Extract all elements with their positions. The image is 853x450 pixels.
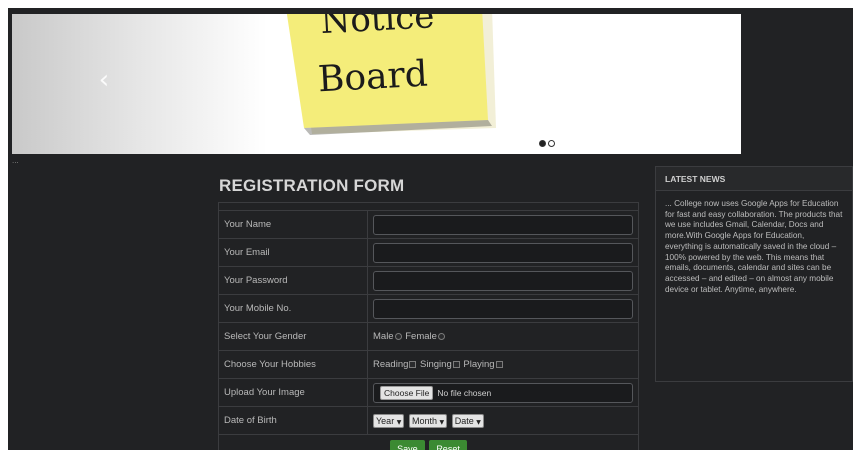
email-label: Your Email [218, 238, 368, 267]
email-input[interactable] [373, 242, 633, 263]
hobby-playing-checkbox[interactable] [495, 360, 503, 368]
slide-indicator-1[interactable] [539, 140, 546, 147]
chevron-down-icon: ▼ [476, 418, 481, 426]
slider-caption: ... [12, 156, 19, 165]
hobby-singing-label: Singing [420, 359, 452, 370]
password-label: Your Password [218, 266, 368, 295]
password-input[interactable] [373, 270, 633, 291]
slider-indicators [539, 140, 555, 147]
choose-file-button[interactable]: Choose File [380, 385, 434, 400]
dob-year-select[interactable]: Year ▼ [373, 413, 405, 428]
file-status: No file chosen [437, 387, 492, 398]
gender-female-radio[interactable] [437, 332, 445, 340]
board-text: Board [317, 54, 429, 101]
image-slider[interactable]: ‹ Notice Board [12, 14, 741, 154]
hobby-playing-label: Playing [463, 359, 495, 370]
hobbies-label: Choose Your Hobbies [218, 350, 368, 379]
gender-female-label: Female [405, 331, 437, 342]
dob-label: Date of Birth [218, 406, 368, 435]
latest-news-panel: LATEST NEWS ... College now uses Google … [655, 166, 853, 382]
hobby-reading-checkbox[interactable] [409, 360, 417, 368]
image-label: Upload Your Image [218, 378, 368, 407]
hobby-reading-label: Reading [373, 359, 409, 370]
hobby-singing-checkbox[interactable] [452, 360, 460, 368]
name-label: Your Name [218, 210, 368, 239]
latest-news-title: LATEST NEWS [656, 167, 852, 191]
image-upload-input[interactable]: Choose File No file chosen [373, 382, 633, 403]
gender-male-radio[interactable] [394, 332, 402, 340]
mobile-input[interactable] [373, 298, 633, 319]
mobile-label: Your Mobile No. [218, 294, 368, 323]
chevron-down-icon: ▼ [396, 418, 402, 426]
dob-month-select[interactable]: Month ▼ [408, 413, 448, 428]
gender-label: Select Your Gender [218, 322, 368, 351]
slide-indicator-2[interactable] [548, 140, 555, 147]
dob-date-select[interactable]: Date ▼ [451, 413, 484, 428]
prev-slide-arrow-icon[interactable]: ‹ [90, 62, 118, 98]
registration-form: Your Name Your Email Your Password Your … [218, 202, 639, 450]
name-input[interactable] [373, 214, 633, 235]
chevron-down-icon: ▼ [439, 418, 445, 426]
gender-male-label: Male [373, 331, 394, 342]
notice-board-image: Notice Board [286, 14, 496, 135]
form-title: REGISTRATION FORM [219, 176, 405, 195]
save-button[interactable]: Save [390, 439, 425, 450]
latest-news-body: ... College now uses Google Apps for Edu… [665, 199, 843, 294]
reset-button[interactable]: Reset [429, 439, 467, 450]
